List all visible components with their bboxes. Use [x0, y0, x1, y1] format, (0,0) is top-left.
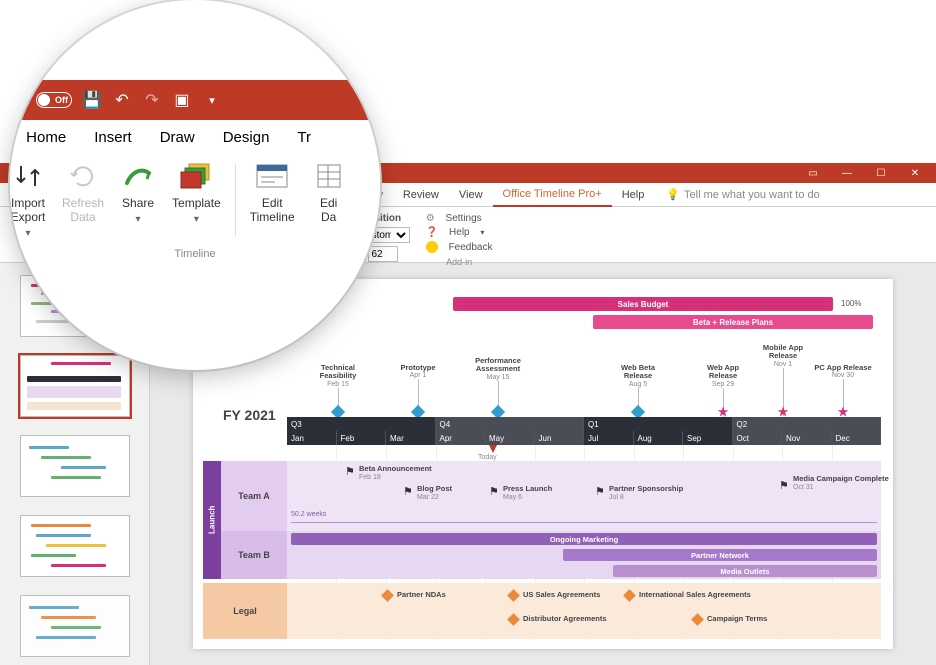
- today-label: Today: [478, 454, 497, 461]
- sales-budget-pct: 100%: [841, 299, 861, 308]
- milestone-pc-app: PC App ReleaseNov 30: [813, 364, 873, 379]
- share-icon: [120, 160, 156, 192]
- slide-thumb-3[interactable]: [20, 435, 130, 497]
- toggle-icon: Off: [36, 92, 72, 108]
- ribbon-separator: [235, 164, 236, 236]
- help-icon: ❓: [426, 227, 438, 238]
- today-marker: [489, 445, 497, 453]
- legal-label: Legal: [203, 583, 287, 639]
- edit-data-button[interactable]: Edi Da: [303, 160, 355, 264]
- tab-office-timeline[interactable]: Office Timeline Pro+: [493, 183, 612, 207]
- tab-help[interactable]: Help: [612, 183, 655, 207]
- edit-data-icon: [311, 160, 347, 192]
- chevron-down-icon: ▾: [25, 228, 30, 239]
- edit-timeline-icon: [254, 160, 290, 192]
- timeline-group-label: Timeline: [174, 248, 215, 260]
- window-close-button[interactable]: ✕: [898, 163, 932, 183]
- legal-intl-sales: International Sales Agreements: [639, 591, 751, 599]
- settings-button[interactable]: ⚙ Settings: [426, 213, 493, 224]
- help-button[interactable]: ❓ Help ▾: [426, 227, 493, 238]
- window-minimize-button[interactable]: —: [830, 163, 864, 183]
- legal-campaign-terms: Campaign Terms: [707, 615, 767, 623]
- edit-timeline-button[interactable]: Edit Timeline: [242, 160, 303, 264]
- slide-thumb-2[interactable]: [20, 355, 130, 417]
- team-a-label: Team A: [221, 461, 287, 531]
- task-partner-sponsorship: Partner SponsorshipJul 8: [609, 485, 683, 502]
- task-press-launch: Press LaunchMay 6: [503, 485, 552, 502]
- milestone-technical-feasibility: Technical FeasibilityFeb 15: [308, 364, 368, 388]
- milestone-web-beta: Web Beta ReleaseAug 5: [608, 364, 668, 388]
- menu-design[interactable]: Design: [209, 120, 284, 154]
- tell-me-placeholder: Tell me what you want to do: [684, 189, 820, 201]
- import-export-icon: [10, 160, 46, 192]
- menu-bar: File Home Insert Draw Design Tr: [10, 120, 380, 154]
- qat-customize-icon[interactable]: ▾: [202, 94, 222, 107]
- partner-network-bar: Partner Network: [563, 549, 877, 561]
- slide-title: FY 2021: [223, 407, 276, 423]
- ribbon-large: + New▾ Import Export▾ Refresh Data: [10, 154, 380, 264]
- launch-swimlane-label: Launch: [203, 461, 221, 579]
- menu-home[interactable]: Home: [12, 120, 80, 154]
- tab-view[interactable]: View: [449, 183, 493, 207]
- addin-group: ⚙ Settings ❓ Help ▾ Feedback Add-in: [426, 213, 493, 253]
- menu-transitions[interactable]: Tr: [283, 120, 325, 154]
- milestone-mobile-app: Mobile App ReleaseNov 1: [753, 344, 813, 368]
- team-b-label: Team B: [221, 531, 287, 579]
- duration-note: 50.2 weeks: [291, 511, 326, 518]
- smiley-icon: [426, 241, 438, 253]
- chevron-down-icon: ▾: [136, 214, 141, 225]
- quick-access-toolbar: AutoSave Off 💾 ↶ ↷ ▣ ▾: [10, 80, 380, 120]
- flag-icon: ⚑: [779, 479, 789, 492]
- refresh-data-button: Refresh Data: [54, 160, 112, 264]
- milestone-prototype: PrototypeApr 1: [388, 364, 448, 379]
- slide-thumb-5[interactable]: [20, 595, 130, 657]
- task-media-campaign: Media Campaign CompleteOct 31: [793, 475, 889, 492]
- refresh-icon: [65, 160, 101, 192]
- beta-release-bar: Beta + Release Plans: [593, 315, 873, 329]
- autosave-toggle[interactable]: AutoSave Off: [10, 92, 72, 108]
- flag-icon: ⚑: [403, 485, 413, 498]
- slide-thumb-4[interactable]: [20, 515, 130, 577]
- redo-icon[interactable]: ↷: [142, 90, 162, 110]
- undo-icon[interactable]: ↶: [112, 90, 132, 110]
- tab-review[interactable]: Review: [393, 183, 449, 207]
- time-axis: Q3 Q4 Q1 Q2 JanFebMar AprMayJun JulAugSe…: [287, 417, 881, 445]
- chevron-down-icon: ▾: [480, 228, 484, 237]
- window-maximize-alt-button[interactable]: ▭: [796, 163, 830, 183]
- menu-insert[interactable]: Insert: [80, 120, 146, 154]
- template-icon: [178, 160, 214, 192]
- lightbulb-icon: 💡: [666, 188, 680, 201]
- legal-partner-ndas: Partner NDAs: [397, 591, 446, 599]
- media-outlets-bar: Media Outlets: [613, 565, 877, 577]
- zoom-lens: AutoSave Off 💾 ↶ ↷ ▣ ▾ File Home Insert …: [10, 0, 380, 370]
- flag-icon: ⚑: [489, 485, 499, 498]
- flag-icon: ⚑: [595, 485, 605, 498]
- milestone-web-app: Web App ReleaseSep 29: [693, 364, 753, 388]
- save-icon[interactable]: 💾: [82, 90, 102, 110]
- share-button[interactable]: Share▾: [112, 160, 164, 264]
- autosave-label: AutoSave: [10, 93, 30, 108]
- import-export-button[interactable]: Import Export▾: [10, 160, 54, 264]
- addin-group-label: Add-in: [446, 257, 472, 267]
- chevron-down-icon: ▾: [194, 214, 199, 225]
- task-blog-post: Blog PostMar 22: [417, 485, 452, 502]
- present-icon[interactable]: ▣: [172, 90, 192, 110]
- feedback-button[interactable]: Feedback: [426, 241, 493, 253]
- legal-distributor: Distributor Agreements: [523, 615, 607, 623]
- ongoing-marketing-bar: Ongoing Marketing: [291, 533, 877, 545]
- legal-us-sales: US Sales Agreements: [523, 591, 600, 599]
- duration-line: [291, 522, 877, 523]
- window-maximize-button[interactable]: ☐: [864, 163, 898, 183]
- tell-me-search[interactable]: 💡 Tell me what you want to do: [666, 188, 819, 201]
- sales-budget-bar: Sales Budget: [453, 297, 833, 311]
- milestone-performance: Performance AssessmentMay 15: [468, 357, 528, 381]
- flag-icon: ⚑: [345, 465, 355, 478]
- task-beta-announcement: Beta AnnouncementFeb 18: [359, 465, 432, 482]
- menu-draw[interactable]: Draw: [146, 120, 209, 154]
- gear-icon: ⚙: [426, 213, 435, 224]
